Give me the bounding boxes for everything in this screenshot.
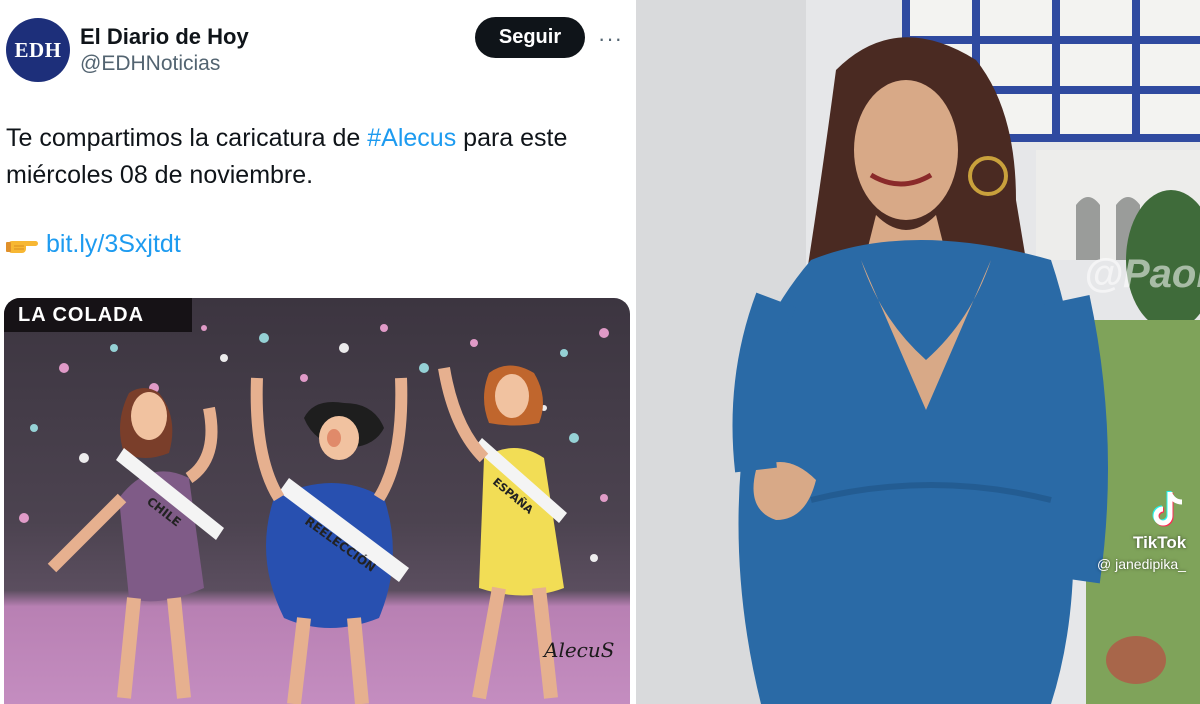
tiktok-label: TikTok xyxy=(1133,533,1187,552)
photo-illustration xyxy=(636,0,1200,704)
tweet-text: Te compartimos la caricatura de #Alecus … xyxy=(6,120,626,194)
cartoon-illustration: CHILE REELECCIÓN ESPAÑA xyxy=(19,324,609,704)
avatar[interactable]: EDH xyxy=(6,18,70,82)
figure-left xyxy=(47,388,224,699)
cartoon-title: LA COLADA xyxy=(4,298,192,332)
cartoon-image[interactable]: CHILE REELECCIÓN ESPAÑA LA COLADA AlecuS xyxy=(4,298,630,704)
avatar-text: EDH xyxy=(14,37,62,62)
user-handle[interactable]: @EDHNoticias xyxy=(80,52,220,76)
tweet-card: EDH El Diario de Hoy @EDHNoticias Seguir… xyxy=(0,0,636,704)
tiktok-username: @ janedipika_ xyxy=(1097,556,1186,572)
short-link[interactable]: bit.ly/3Sxjtdt xyxy=(46,230,181,258)
display-name[interactable]: El Diario de Hoy xyxy=(80,24,249,50)
hashtag-link[interactable]: #Alecus xyxy=(367,124,456,152)
more-options-icon[interactable]: ··· xyxy=(598,26,623,52)
tiktok-icon xyxy=(1150,490,1186,535)
photo-panel[interactable]: @PaoMarrohs xyxy=(636,0,1200,704)
link-line: bit.ly/3Sxjtdt xyxy=(6,226,181,267)
pointing-hand-icon xyxy=(6,230,40,267)
artist-signature: AlecuS xyxy=(544,638,615,662)
tweet-text-start: Te compartimos la caricatura de xyxy=(6,124,368,152)
watermark-text: @PaoMarrohs xyxy=(1084,252,1200,296)
follow-button[interactable]: Seguir xyxy=(475,17,585,58)
